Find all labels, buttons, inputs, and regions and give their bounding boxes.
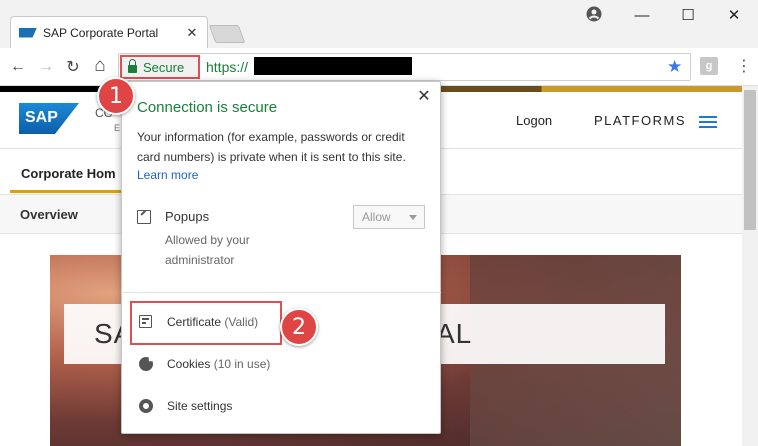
overview-link[interactable]: Overview	[20, 207, 78, 222]
lock-icon	[128, 59, 137, 73]
platforms-menu[interactable]: PLATFORMS	[594, 113, 686, 128]
sap-favicon-icon	[19, 27, 37, 38]
extension-icon[interactable]: g	[700, 57, 718, 75]
tab-close-icon[interactable]: ✕	[185, 25, 199, 41]
popups-sublabel: Allowed by your administrator	[165, 233, 250, 267]
brand-subtext-fragment: E	[114, 123, 121, 133]
profile-icon[interactable]	[586, 6, 602, 22]
scrollbar-thumb[interactable]	[744, 90, 756, 230]
popup-close-icon[interactable]: ✕	[415, 86, 433, 105]
cookies-status: (10 in use)	[213, 357, 271, 371]
connection-title: Connection is secure	[137, 99, 278, 116]
callout-badge-1: 1	[97, 77, 135, 115]
url-redaction	[254, 57, 412, 75]
popups-label: Popups	[165, 209, 210, 224]
cookies-label: Cookies	[167, 357, 211, 371]
popups-permission-value: Allow	[362, 210, 391, 224]
cookies-link[interactable]: Cookies (10 in use)	[167, 357, 270, 371]
hamburger-icon[interactable]	[699, 116, 717, 128]
site-settings-link[interactable]: Site settings	[167, 399, 232, 413]
browser-menu-icon[interactable]: ⋮	[736, 56, 752, 76]
chevron-down-icon	[409, 215, 417, 220]
learn-more-link[interactable]: Learn more	[137, 168, 198, 182]
hero-title-right: AL	[436, 318, 473, 349]
maximize-button[interactable]: ☐	[676, 4, 700, 26]
browser-tab[interactable]: SAP Corporate Portal ✕	[10, 16, 208, 48]
gear-icon	[139, 399, 153, 413]
back-button[interactable]: ←	[8, 57, 28, 77]
home-button[interactable]: ⌂	[90, 55, 110, 76]
certificate-highlight-box	[130, 301, 282, 345]
reload-button[interactable]: ↻	[63, 57, 83, 77]
url-prefix: https://	[206, 59, 249, 75]
bookmark-star-icon[interactable]: ★	[667, 57, 682, 77]
connection-description: Your information (for example, passwords…	[137, 130, 406, 164]
minimize-button[interactable]: —	[630, 4, 654, 26]
secure-chip[interactable]: Secure	[120, 55, 200, 79]
popup-window-icon	[137, 210, 151, 224]
secure-label: Secure	[143, 59, 185, 75]
forward-button[interactable]: →	[36, 57, 56, 77]
tab-corporate-home[interactable]: Corporate Hom	[21, 166, 116, 181]
logon-link[interactable]: Logon	[516, 113, 552, 128]
tab-title: SAP Corporate Portal	[43, 25, 159, 40]
active-tab-underline	[10, 190, 122, 193]
new-tab-button[interactable]	[208, 25, 246, 43]
window-close-button[interactable]: ✕	[722, 4, 746, 26]
popup-divider	[121, 292, 441, 293]
callout-badge-2: 2	[280, 308, 318, 346]
